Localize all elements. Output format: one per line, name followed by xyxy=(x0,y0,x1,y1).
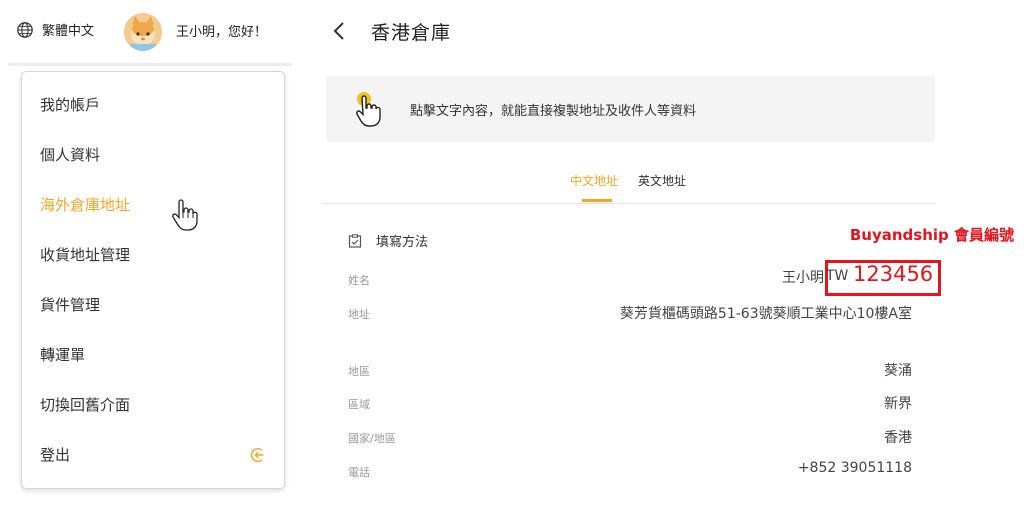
language-label: 繁體中文 xyxy=(42,24,95,39)
fill-method[interactable]: 填寫方法 xyxy=(348,231,428,250)
logout-icon[interactable] xyxy=(250,446,268,464)
country-value[interactable]: 香港 xyxy=(884,427,912,447)
menu-item-logout[interactable]: 登出 xyxy=(40,444,70,465)
hint-text: 點擊文字內容，就能直接複製地址及收件人等資料 xyxy=(410,104,697,119)
name-label: 姓名 xyxy=(348,274,370,287)
fill-method-label: 填寫方法 xyxy=(376,235,429,250)
cat-avatar-icon xyxy=(124,13,162,51)
member-prefix[interactable]: TW xyxy=(826,268,848,284)
member-number-annotation: Buyandship 會員編號 xyxy=(849,226,1014,244)
account-menu: 我的帳戶 個人資料 海外倉庫地址 收貨地址管理 貨件管理 轉運單 切換回舊介面 … xyxy=(22,72,284,488)
district-value[interactable]: 葵涌 xyxy=(884,360,912,380)
page-title: 香港倉庫 xyxy=(371,22,452,44)
tap-hand-icon xyxy=(356,92,381,127)
menu-divider xyxy=(8,63,292,66)
district-label: 地區 xyxy=(348,365,370,378)
globe-icon xyxy=(17,21,33,38)
menu-item-shipping-address[interactable]: 收貨地址管理 xyxy=(40,244,130,265)
tab-chinese-address[interactable]: 中文地址 xyxy=(570,172,618,189)
member-number[interactable]: 123456 xyxy=(853,262,933,286)
region-label: 區域 xyxy=(348,398,370,411)
menu-item-shipments[interactable]: 貨件管理 xyxy=(40,294,100,315)
address-label: 地址 xyxy=(348,308,370,321)
tab-english-address[interactable]: 英文地址 xyxy=(638,172,686,189)
back-arrow-icon[interactable] xyxy=(332,20,346,42)
user-greeting: 王小明，您好！ xyxy=(176,25,268,40)
phone-label: 電話 xyxy=(348,466,370,479)
menu-item-legacy-ui[interactable]: 切換回舊介面 xyxy=(40,394,130,415)
menu-item-overseas-warehouse[interactable]: 海外倉庫地址 xyxy=(40,194,130,215)
avatar[interactable] xyxy=(124,13,162,51)
phone-value[interactable]: +852 39051118 xyxy=(798,460,912,476)
copy-hint-banner: 點擊文字內容，就能直接複製地址及收件人等資料 xyxy=(326,76,935,142)
menu-item-profile[interactable]: 個人資料 xyxy=(40,144,100,165)
hand-cursor-icon xyxy=(172,199,198,231)
active-tab-indicator xyxy=(582,199,612,202)
clipboard-check-icon xyxy=(348,233,362,248)
country-label: 國家/地區 xyxy=(348,432,396,445)
menu-item-transfer-orders[interactable]: 轉運單 xyxy=(40,344,85,365)
name-value[interactable]: 王小明 xyxy=(782,267,824,287)
address-value[interactable]: 葵芳貨櫃碼頭路51-63號葵順工業中心10樓A室 xyxy=(620,303,912,323)
region-value[interactable]: 新界 xyxy=(884,393,912,413)
address-tabs: 中文地址 英文地址 xyxy=(322,160,936,204)
menu-item-my-account[interactable]: 我的帳戶 xyxy=(40,94,100,115)
language-switcher[interactable]: 繁體中文 xyxy=(16,20,94,39)
top-bar: 繁體中文 王小明，您好！ xyxy=(0,0,300,64)
